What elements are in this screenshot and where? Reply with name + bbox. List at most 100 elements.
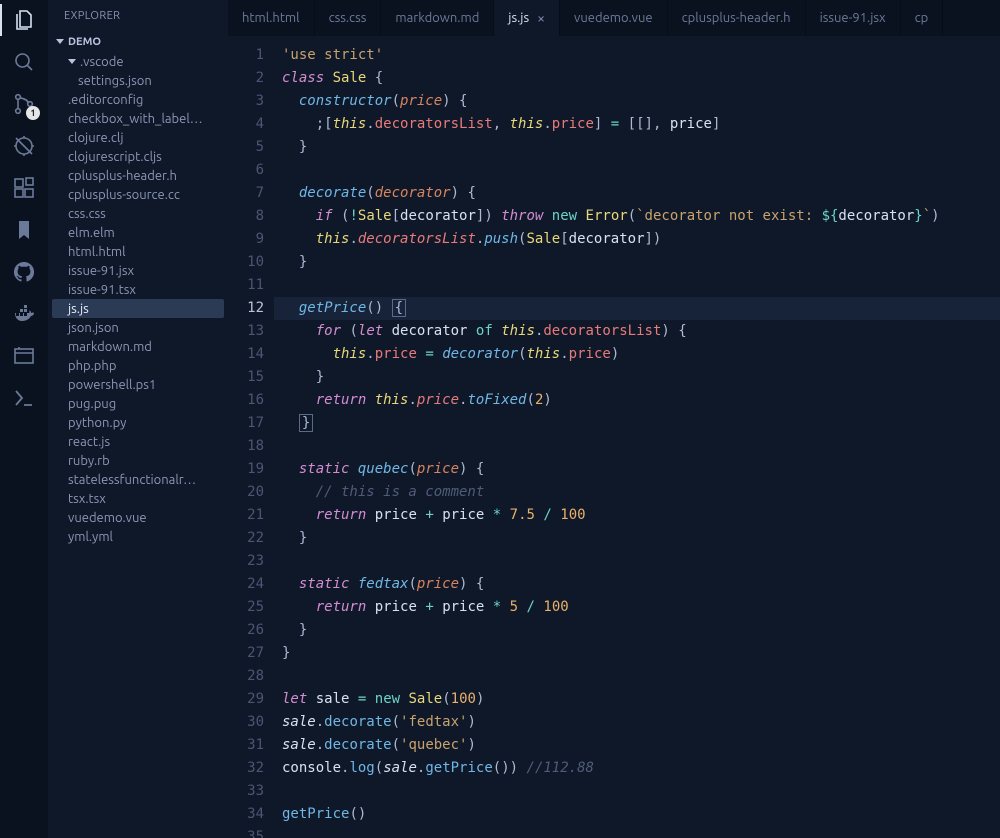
code-editor[interactable]: 1234567891011121314151617181920212223242… [228, 36, 1000, 838]
editor-tab[interactable]: css.css [315, 0, 382, 36]
file-item[interactable]: powershell.ps1 [48, 375, 228, 394]
line-number: 12 [228, 297, 264, 320]
search-icon[interactable] [12, 50, 36, 74]
bookmark-icon[interactable] [12, 218, 36, 242]
code-line[interactable]: return this.price.toFixed(2) [278, 389, 1000, 412]
code-line[interactable]: decorate(decorator) { [278, 182, 1000, 205]
file-item[interactable]: issue-91.tsx [48, 280, 228, 299]
code-line[interactable]: } [278, 527, 1000, 550]
tab-label: cplusplus-header.h [682, 11, 791, 25]
sidebar-section-label: DEMO [68, 36, 101, 48]
editor-tab[interactable]: vuedemo.vue [560, 0, 668, 36]
editor-tab[interactable]: cp [901, 0, 944, 36]
file-item[interactable]: statelessfunctionalr… [48, 470, 228, 489]
folder-vscode[interactable]: .vscode [48, 52, 228, 71]
file-item[interactable]: css.css [48, 204, 228, 223]
tab-label: js.js [508, 11, 529, 25]
editor-tab[interactable]: html.html [228, 0, 315, 36]
code-line[interactable] [278, 780, 1000, 803]
code-line[interactable]: sale.decorate('quebec') [278, 734, 1000, 757]
code-line[interactable]: } [278, 251, 1000, 274]
terminal-icon[interactable] [12, 386, 36, 410]
file-item[interactable]: cplusplus-source.cc [48, 185, 228, 204]
code-line[interactable]: let sale = new Sale(100) [278, 688, 1000, 711]
file-item[interactable]: html.html [48, 242, 228, 261]
file-item[interactable]: python.py [48, 413, 228, 432]
git-icon[interactable]: 1 [12, 92, 36, 116]
file-item[interactable]: react.js [48, 432, 228, 451]
code-line[interactable] [278, 665, 1000, 688]
code-line[interactable] [278, 435, 1000, 458]
code-line[interactable]: ;[this.decoratorsList, this.price] = [[]… [278, 113, 1000, 136]
file-item[interactable]: cplusplus-header.h [48, 166, 228, 185]
line-number: 19 [228, 458, 264, 481]
code-line[interactable]: this.price = decorator(this.price) [278, 343, 1000, 366]
badge: 1 [26, 106, 40, 120]
file-item[interactable]: pug.pug [48, 394, 228, 413]
line-number: 23 [228, 550, 264, 573]
file-item[interactable]: settings.json [48, 71, 228, 90]
chevron-down-icon [68, 59, 76, 68]
code-line[interactable]: return price + price * 5 / 100 [278, 596, 1000, 619]
code-line[interactable]: for (let decorator of this.decoratorsLis… [278, 320, 1000, 343]
line-number-gutter: 1234567891011121314151617181920212223242… [228, 36, 278, 838]
line-number: 25 [228, 596, 264, 619]
code-line[interactable] [278, 159, 1000, 182]
docker-icon[interactable] [12, 302, 36, 326]
code-line[interactable]: static quebec(price) { [278, 458, 1000, 481]
file-item[interactable]: php.php [48, 356, 228, 375]
code-line[interactable]: getPrice() [278, 803, 1000, 826]
github-icon[interactable] [12, 260, 36, 284]
file-item[interactable]: json.json [48, 318, 228, 337]
code-line[interactable]: getPrice() { [274, 297, 1000, 320]
code-line[interactable]: } [278, 366, 1000, 389]
close-icon[interactable]: × [537, 10, 545, 26]
file-item[interactable]: markdown.md [48, 337, 228, 356]
file-item[interactable]: vuedemo.vue [48, 508, 228, 527]
code-line[interactable]: sale.decorate('fedtax') [278, 711, 1000, 734]
explorer-sidebar: EXPLORER DEMO .vscodesettings.json.edito… [48, 0, 228, 838]
editor-tab[interactable]: issue-91.jsx [806, 0, 901, 36]
debug-icon[interactable] [12, 134, 36, 158]
editor-tab[interactable]: cplusplus-header.h [668, 0, 806, 36]
code-line[interactable] [278, 550, 1000, 573]
code-line[interactable]: return price + price * 7.5 / 100 [278, 504, 1000, 527]
file-item[interactable]: issue-91.jsx [48, 261, 228, 280]
file-item[interactable]: js.js [52, 299, 224, 318]
line-number: 17 [228, 412, 264, 435]
project-icon[interactable] [12, 344, 36, 368]
extensions-icon[interactable] [12, 176, 36, 200]
code-body[interactable]: 'use strict'class Sale { constructor(pri… [278, 36, 1000, 838]
code-line[interactable] [278, 274, 1000, 297]
files-icon[interactable] [12, 8, 36, 32]
code-line[interactable]: console.log(sale.getPrice()) //112.88 [278, 757, 1000, 780]
code-line[interactable]: constructor(price) { [278, 90, 1000, 113]
editor-tab[interactable]: js.js × [494, 0, 560, 36]
line-number: 30 [228, 711, 264, 734]
file-item[interactable]: clojure.clj [48, 128, 228, 147]
editor-tab[interactable]: markdown.md [381, 0, 494, 36]
tab-bar: html.htmlcss.cssmarkdown.md js.js × vuedemo… [228, 0, 1000, 36]
code-line[interactable]: } [278, 619, 1000, 642]
code-line[interactable]: } [278, 412, 1000, 435]
line-number: 18 [228, 435, 264, 458]
file-item[interactable]: yml.yml [48, 527, 228, 546]
line-number: 7 [228, 182, 264, 205]
file-item[interactable]: clojurescript.cljs [48, 147, 228, 166]
line-number: 14 [228, 343, 264, 366]
file-item[interactable]: ruby.rb [48, 451, 228, 470]
code-line[interactable]: 'use strict' [278, 44, 1000, 67]
code-line[interactable]: this.decoratorsList.push(Sale[decorator]… [278, 228, 1000, 251]
code-line[interactable]: class Sale { [278, 67, 1000, 90]
file-item[interactable]: checkbox_with_label… [48, 109, 228, 128]
file-item[interactable]: elm.elm [48, 223, 228, 242]
sidebar-section-demo[interactable]: DEMO [48, 32, 228, 52]
code-line[interactable] [278, 826, 1000, 838]
code-line[interactable]: // this is a comment [278, 481, 1000, 504]
code-line[interactable]: if (!Sale[decorator]) throw new Error(`d… [278, 205, 1000, 228]
file-item[interactable]: .editorconfig [48, 90, 228, 109]
code-line[interactable]: } [278, 136, 1000, 159]
file-item[interactable]: tsx.tsx [48, 489, 228, 508]
code-line[interactable]: static fedtax(price) { [278, 573, 1000, 596]
code-line[interactable]: } [278, 642, 1000, 665]
